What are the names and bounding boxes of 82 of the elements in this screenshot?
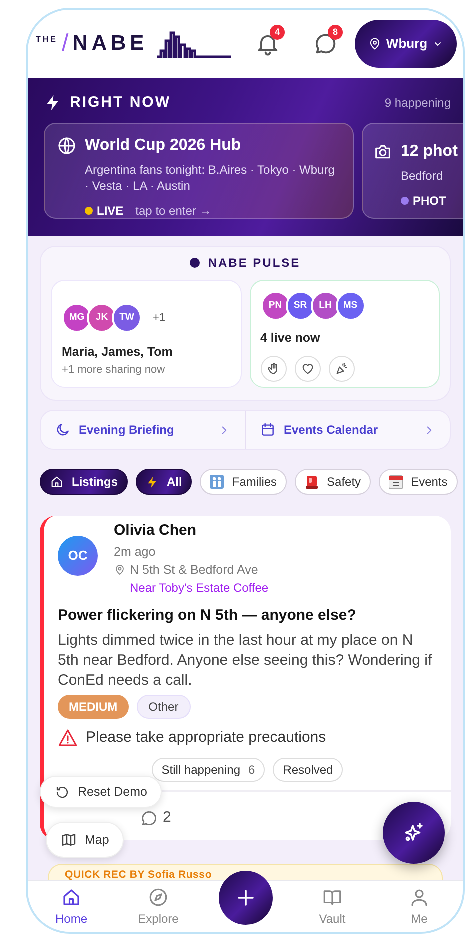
filter-chip[interactable]: All bbox=[136, 469, 192, 495]
reaction-button[interactable] bbox=[260, 356, 286, 382]
category-tag: Other bbox=[136, 695, 191, 719]
warning-icon bbox=[58, 728, 78, 748]
party-popper-icon bbox=[334, 362, 348, 376]
logo-slash: / bbox=[62, 29, 69, 59]
pulse-card[interactable]: PN SR LH MS 4 live now bbox=[250, 280, 440, 388]
reaction-button[interactable] bbox=[328, 356, 354, 382]
create-button[interactable] bbox=[218, 871, 272, 925]
notification-count: 4 bbox=[270, 25, 285, 40]
siren-icon bbox=[305, 475, 320, 489]
nav-tab[interactable]: Vault bbox=[289, 881, 376, 932]
card-title: 12 phot bbox=[401, 142, 458, 162]
avatar: PN bbox=[260, 291, 290, 321]
pulse-title: 4 live now bbox=[260, 330, 322, 347]
section-title: RIGHT NOW bbox=[70, 93, 171, 113]
home-icon bbox=[61, 887, 82, 908]
logo-text: NABE bbox=[72, 31, 148, 58]
compass-icon bbox=[148, 887, 169, 908]
shortcut-button[interactable]: Evening Briefing bbox=[41, 411, 245, 449]
avatar: LH bbox=[310, 291, 340, 321]
globe-icon bbox=[57, 136, 77, 156]
post-body: Lights dimmed twice in the last hour at my place on N 5th near Bedford. Anyone else seeing this? Wondering if ConEd needs a call. bbox=[58, 631, 434, 691]
nav-tab[interactable]: Home bbox=[28, 881, 115, 932]
filter-chip[interactable]: Safety bbox=[295, 469, 372, 495]
response-button[interactable]: Still happening 6 bbox=[152, 758, 266, 782]
reset-demo-button[interactable]: Reset Demo bbox=[40, 776, 162, 808]
live-card[interactable]: 12 phot Bedford PHOT bbox=[362, 122, 463, 218]
section-label: QUICK REC BY Sofia Russo bbox=[65, 868, 212, 880]
author-name: Olivia Chen bbox=[114, 521, 198, 541]
reaction-button[interactable] bbox=[294, 356, 320, 382]
avatar: MS bbox=[336, 291, 366, 321]
pulse-title: Maria, James, Tom bbox=[62, 344, 174, 361]
pin-icon bbox=[368, 37, 382, 51]
heart-icon bbox=[300, 362, 314, 376]
avatar: OC bbox=[58, 536, 98, 576]
home-icon bbox=[50, 475, 64, 489]
status-label: PHOT bbox=[413, 192, 446, 210]
moon-icon bbox=[55, 422, 71, 438]
severity-tag: MEDIUM bbox=[58, 695, 129, 719]
status-label: LIVE bbox=[97, 202, 124, 220]
post-title: Power flickering on N 5th — anyone else? bbox=[58, 606, 358, 626]
filter-chip[interactable]: Events bbox=[379, 469, 458, 495]
landmark-text: Near Toby's Estate Coffee bbox=[130, 580, 269, 596]
more-count: +1 bbox=[153, 310, 166, 326]
nav-tab[interactable]: Explore bbox=[115, 881, 202, 932]
messages-button[interactable]: 8 bbox=[309, 27, 343, 61]
comment-count: 2 bbox=[163, 808, 172, 828]
map-button[interactable]: Map bbox=[46, 822, 124, 858]
pulse-subtitle: +1 more sharing now bbox=[62, 362, 166, 378]
logo-text: THE bbox=[36, 34, 58, 46]
pulse-card[interactable]: MG JK TW +1 Maria, James, Tom +1 more sharing now bbox=[51, 280, 242, 388]
happening-count: 9 happening bbox=[384, 95, 451, 112]
filter-chip[interactable]: Listings bbox=[40, 469, 128, 495]
calendar-icon bbox=[389, 475, 404, 489]
card-title: World Cup 2026 Hub bbox=[85, 136, 242, 156]
section-title: NABE PULSE bbox=[208, 255, 301, 272]
person-icon bbox=[409, 887, 430, 908]
map-icon bbox=[61, 832, 77, 848]
chat-bubble-icon bbox=[140, 809, 159, 828]
card-action: tap to enter → bbox=[136, 202, 212, 220]
pulse-dot bbox=[190, 258, 200, 268]
warning-text: Please take appropriate precautions bbox=[86, 728, 326, 748]
calendar-icon bbox=[260, 422, 276, 438]
location-selector[interactable]: Wburg bbox=[355, 20, 457, 68]
message-count: 8 bbox=[328, 25, 343, 40]
hand-icon bbox=[266, 362, 280, 376]
avatar: TW bbox=[112, 303, 142, 333]
shortcut-button[interactable]: Events Calendar bbox=[245, 411, 450, 449]
family-icon bbox=[210, 475, 224, 489]
notifications-button[interactable]: 4 bbox=[251, 27, 285, 61]
avatar: SR bbox=[286, 291, 316, 321]
card-subtitle: Bedford bbox=[401, 168, 444, 184]
pin-icon bbox=[114, 564, 126, 576]
post-location: N 5th St & Bedford Ave bbox=[130, 562, 258, 578]
live-card[interactable]: World Cup 2026 Hub Argentina fans tonight: B.Aires · Tokyo · Wburg · Vesta · LA · Austin LIVE tap to enter → bbox=[44, 122, 354, 218]
response-button[interactable]: Resolved bbox=[273, 758, 344, 782]
reset-icon bbox=[55, 784, 70, 800]
filter-chip[interactable]: Families bbox=[200, 469, 288, 495]
card-subtitle: Argentina fans tonight: B.Aires · Tokyo · Wburg · Vesta · LA · Austin bbox=[85, 162, 336, 194]
nav-tab[interactable]: Me bbox=[376, 881, 463, 932]
post-time: 2m ago bbox=[114, 544, 157, 560]
